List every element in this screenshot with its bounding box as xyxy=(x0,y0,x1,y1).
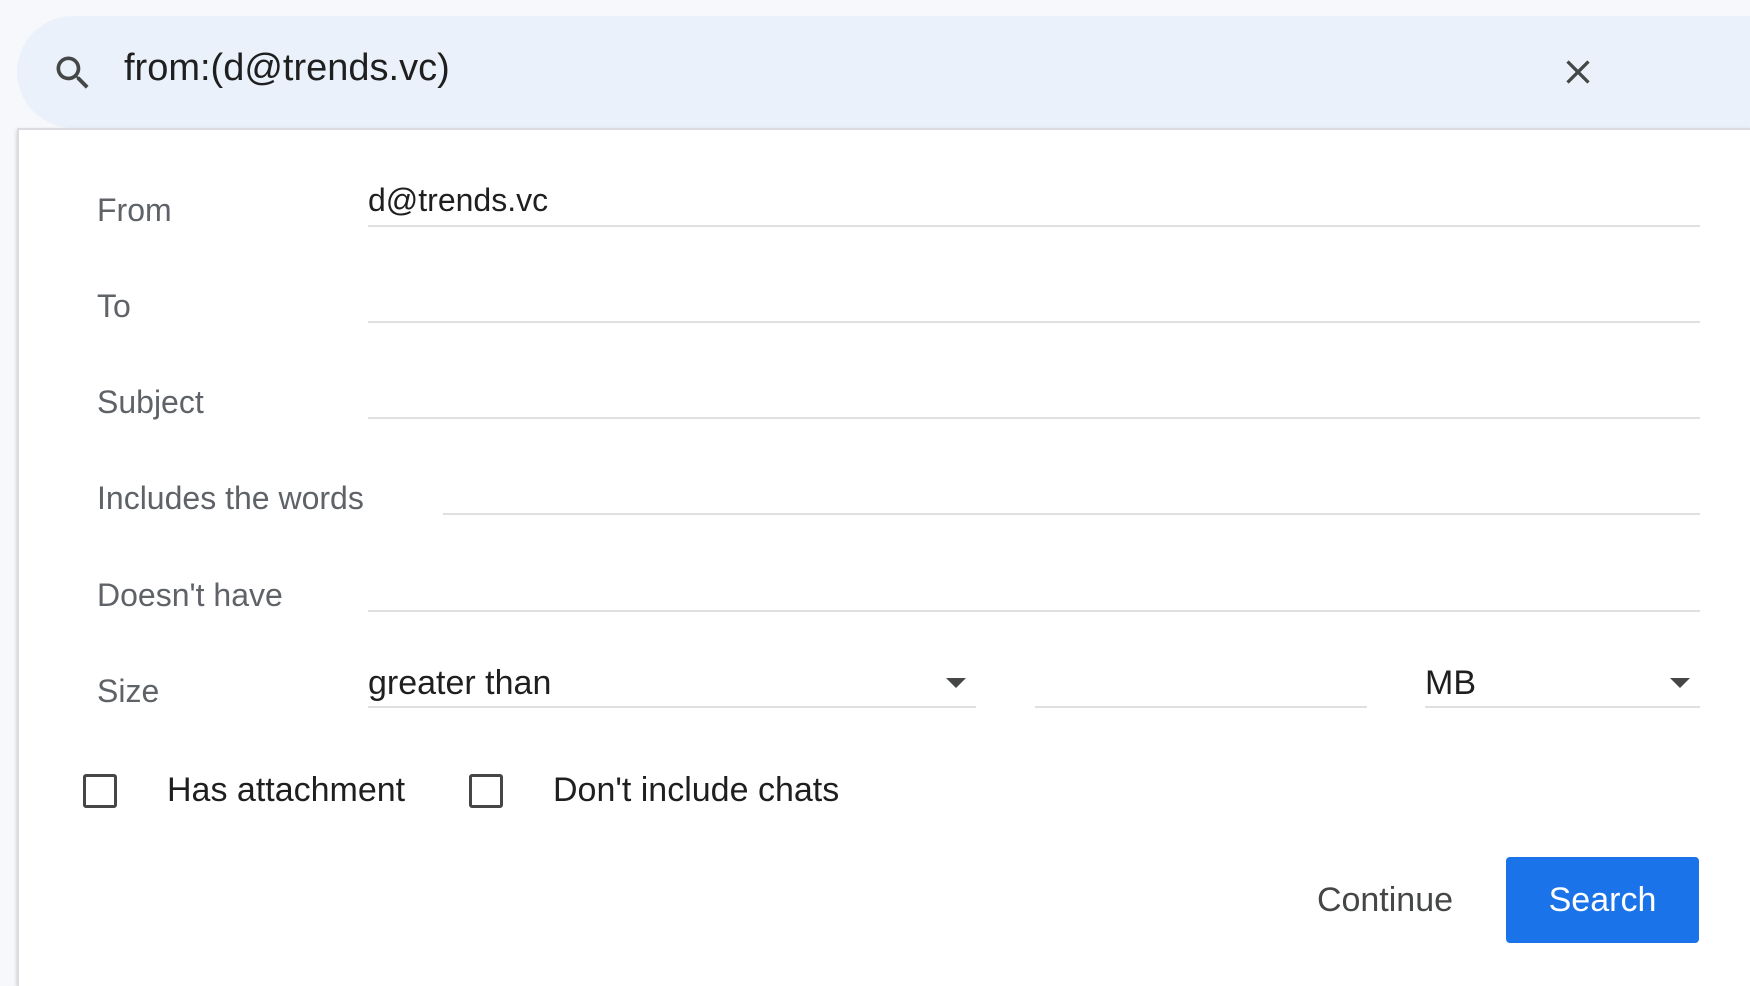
size-comparator-select[interactable]: greater than xyxy=(368,656,976,708)
search-icon[interactable] xyxy=(51,51,95,95)
dont-include-chats-label[interactable]: Don't include chats xyxy=(553,771,839,810)
close-icon[interactable] xyxy=(1558,52,1598,92)
size-amount-field[interactable] xyxy=(1035,656,1367,708)
continue-button[interactable]: Continue xyxy=(1290,857,1480,943)
search-bar[interactable]: from:(d@trends.vc) xyxy=(17,16,1750,128)
from-field[interactable] xyxy=(368,175,1700,227)
size-label: Size xyxy=(97,673,160,709)
includes-words-field[interactable] xyxy=(443,463,1700,515)
from-label: From xyxy=(97,192,172,228)
chevron-down-icon xyxy=(1670,678,1690,688)
search-query[interactable]: from:(d@trends.vc) xyxy=(124,47,450,90)
dont-include-chats-checkbox[interactable] xyxy=(469,774,503,808)
to-label: To xyxy=(97,288,131,324)
size-unit-select[interactable]: MB xyxy=(1425,656,1700,708)
doesnt-have-label: Doesn't have xyxy=(97,577,283,613)
size-comparator-value: greater than xyxy=(368,664,552,702)
subject-label: Subject xyxy=(97,384,204,420)
advanced-search-panel: From To Subject Includes the words Doesn… xyxy=(17,128,1750,986)
doesnt-have-field[interactable] xyxy=(368,560,1700,612)
has-attachment-label[interactable]: Has attachment xyxy=(167,771,405,810)
search-button[interactable]: Search xyxy=(1506,857,1699,943)
subject-field[interactable] xyxy=(368,367,1700,419)
chevron-down-icon xyxy=(946,678,966,688)
includes-words-label: Includes the words xyxy=(97,480,364,516)
has-attachment-checkbox[interactable] xyxy=(83,774,117,808)
to-field[interactable] xyxy=(368,271,1700,323)
size-unit-value: MB xyxy=(1425,664,1476,702)
